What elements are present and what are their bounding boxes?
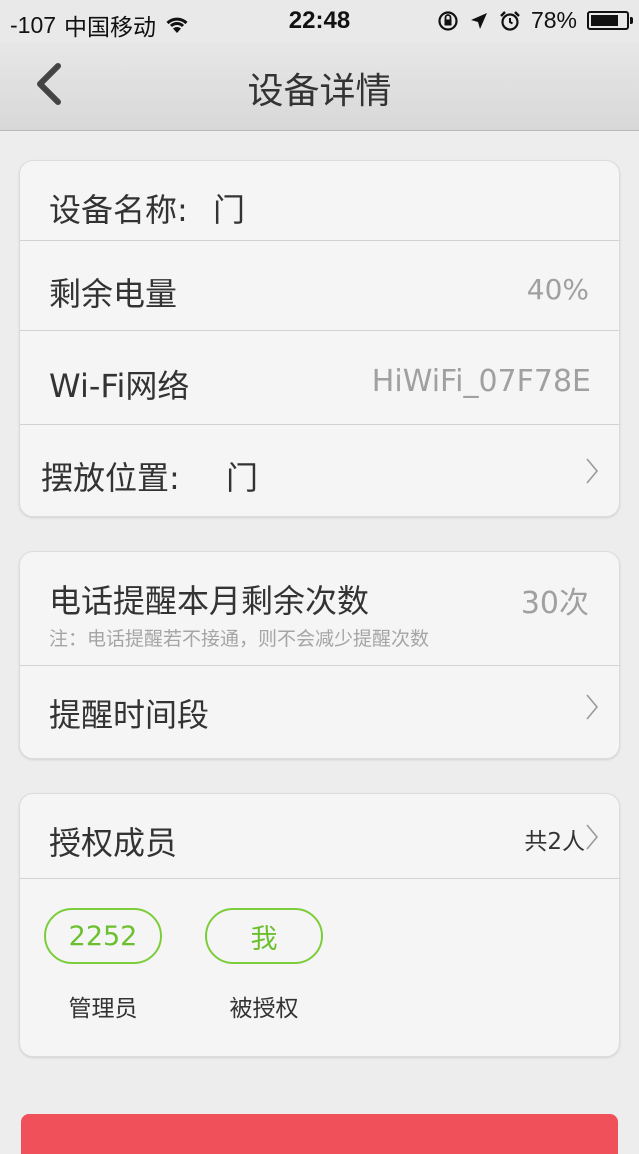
- wifi-label: Wi-Fi网络: [49, 367, 190, 405]
- call-reminder-label: 电话提醒本月剩余次数: [49, 582, 370, 620]
- wifi-row: Wi-Fi网络 HiWiFi_07F78E: [20, 331, 619, 425]
- device-info-card: 设备名称: 门 剩余电量 40% Wi-Fi网络 HiWiFi_07F78E 摆…: [19, 160, 620, 517]
- device-name-value: 门: [213, 191, 246, 229]
- location-value: 门: [226, 459, 259, 497]
- member-pill-2252[interactable]: 2252: [44, 908, 162, 964]
- call-reminder-value: 30次: [520, 586, 589, 621]
- reminder-period-row[interactable]: 提醒时间段: [20, 666, 619, 758]
- location-arrow-icon: [470, 12, 487, 29]
- battery-icon: [587, 11, 633, 30]
- member-role-authorized: 被授权: [229, 996, 299, 1022]
- page-title: 设备详情: [247, 71, 392, 112]
- device-name-label: 设备名称:: [49, 191, 188, 229]
- device-name-row: 设备名称: 门: [20, 161, 619, 241]
- members-title: 授权成员: [49, 824, 178, 862]
- navigation-bar: 设备详情: [0, 42, 639, 131]
- call-reminder-row: 电话提醒本月剩余次数 30次 注：电话提醒若不接通，则不会减少提醒次数: [20, 552, 619, 666]
- call-reminder-note: 注：电话提醒若不接通，则不会减少提醒次数: [49, 628, 430, 650]
- battery-label: 剩余电量: [49, 275, 178, 313]
- member-role-admin: 管理员: [68, 996, 138, 1022]
- member-pill-me[interactable]: 我: [205, 908, 323, 964]
- bottom-action-button[interactable]: [21, 1114, 618, 1154]
- chevron-right-icon: [586, 694, 599, 720]
- battery-row: 剩余电量 40%: [20, 241, 619, 331]
- reminder-card: 电话提醒本月剩余次数 30次 注：电话提醒若不接通，则不会减少提醒次数 提醒时间…: [19, 551, 620, 759]
- battery-level: [591, 15, 618, 26]
- alarm-icon: [500, 10, 520, 31]
- members-count: 共2人: [524, 829, 585, 855]
- members-card: 授权成员 共2人 2252 管理员 我 被授权: [19, 793, 620, 1057]
- wifi-value: HiWiFi_07F78E: [371, 364, 591, 399]
- reminder-period-label: 提醒时间段: [49, 696, 210, 734]
- status-icons: 78%: [437, 7, 633, 34]
- location-row[interactable]: 摆放位置: 门: [20, 425, 619, 516]
- status-bar: -107 中国移动 22:48 78%: [0, 0, 639, 42]
- chevron-right-icon: [586, 458, 599, 484]
- chevron-right-icon: [586, 824, 599, 850]
- rotation-lock-icon: [438, 10, 458, 31]
- location-label: 摆放位置:: [41, 459, 180, 497]
- members-header-row[interactable]: 授权成员 共2人: [20, 794, 619, 879]
- battery-percent: 78%: [530, 7, 577, 33]
- battery-value: 40%: [526, 273, 589, 306]
